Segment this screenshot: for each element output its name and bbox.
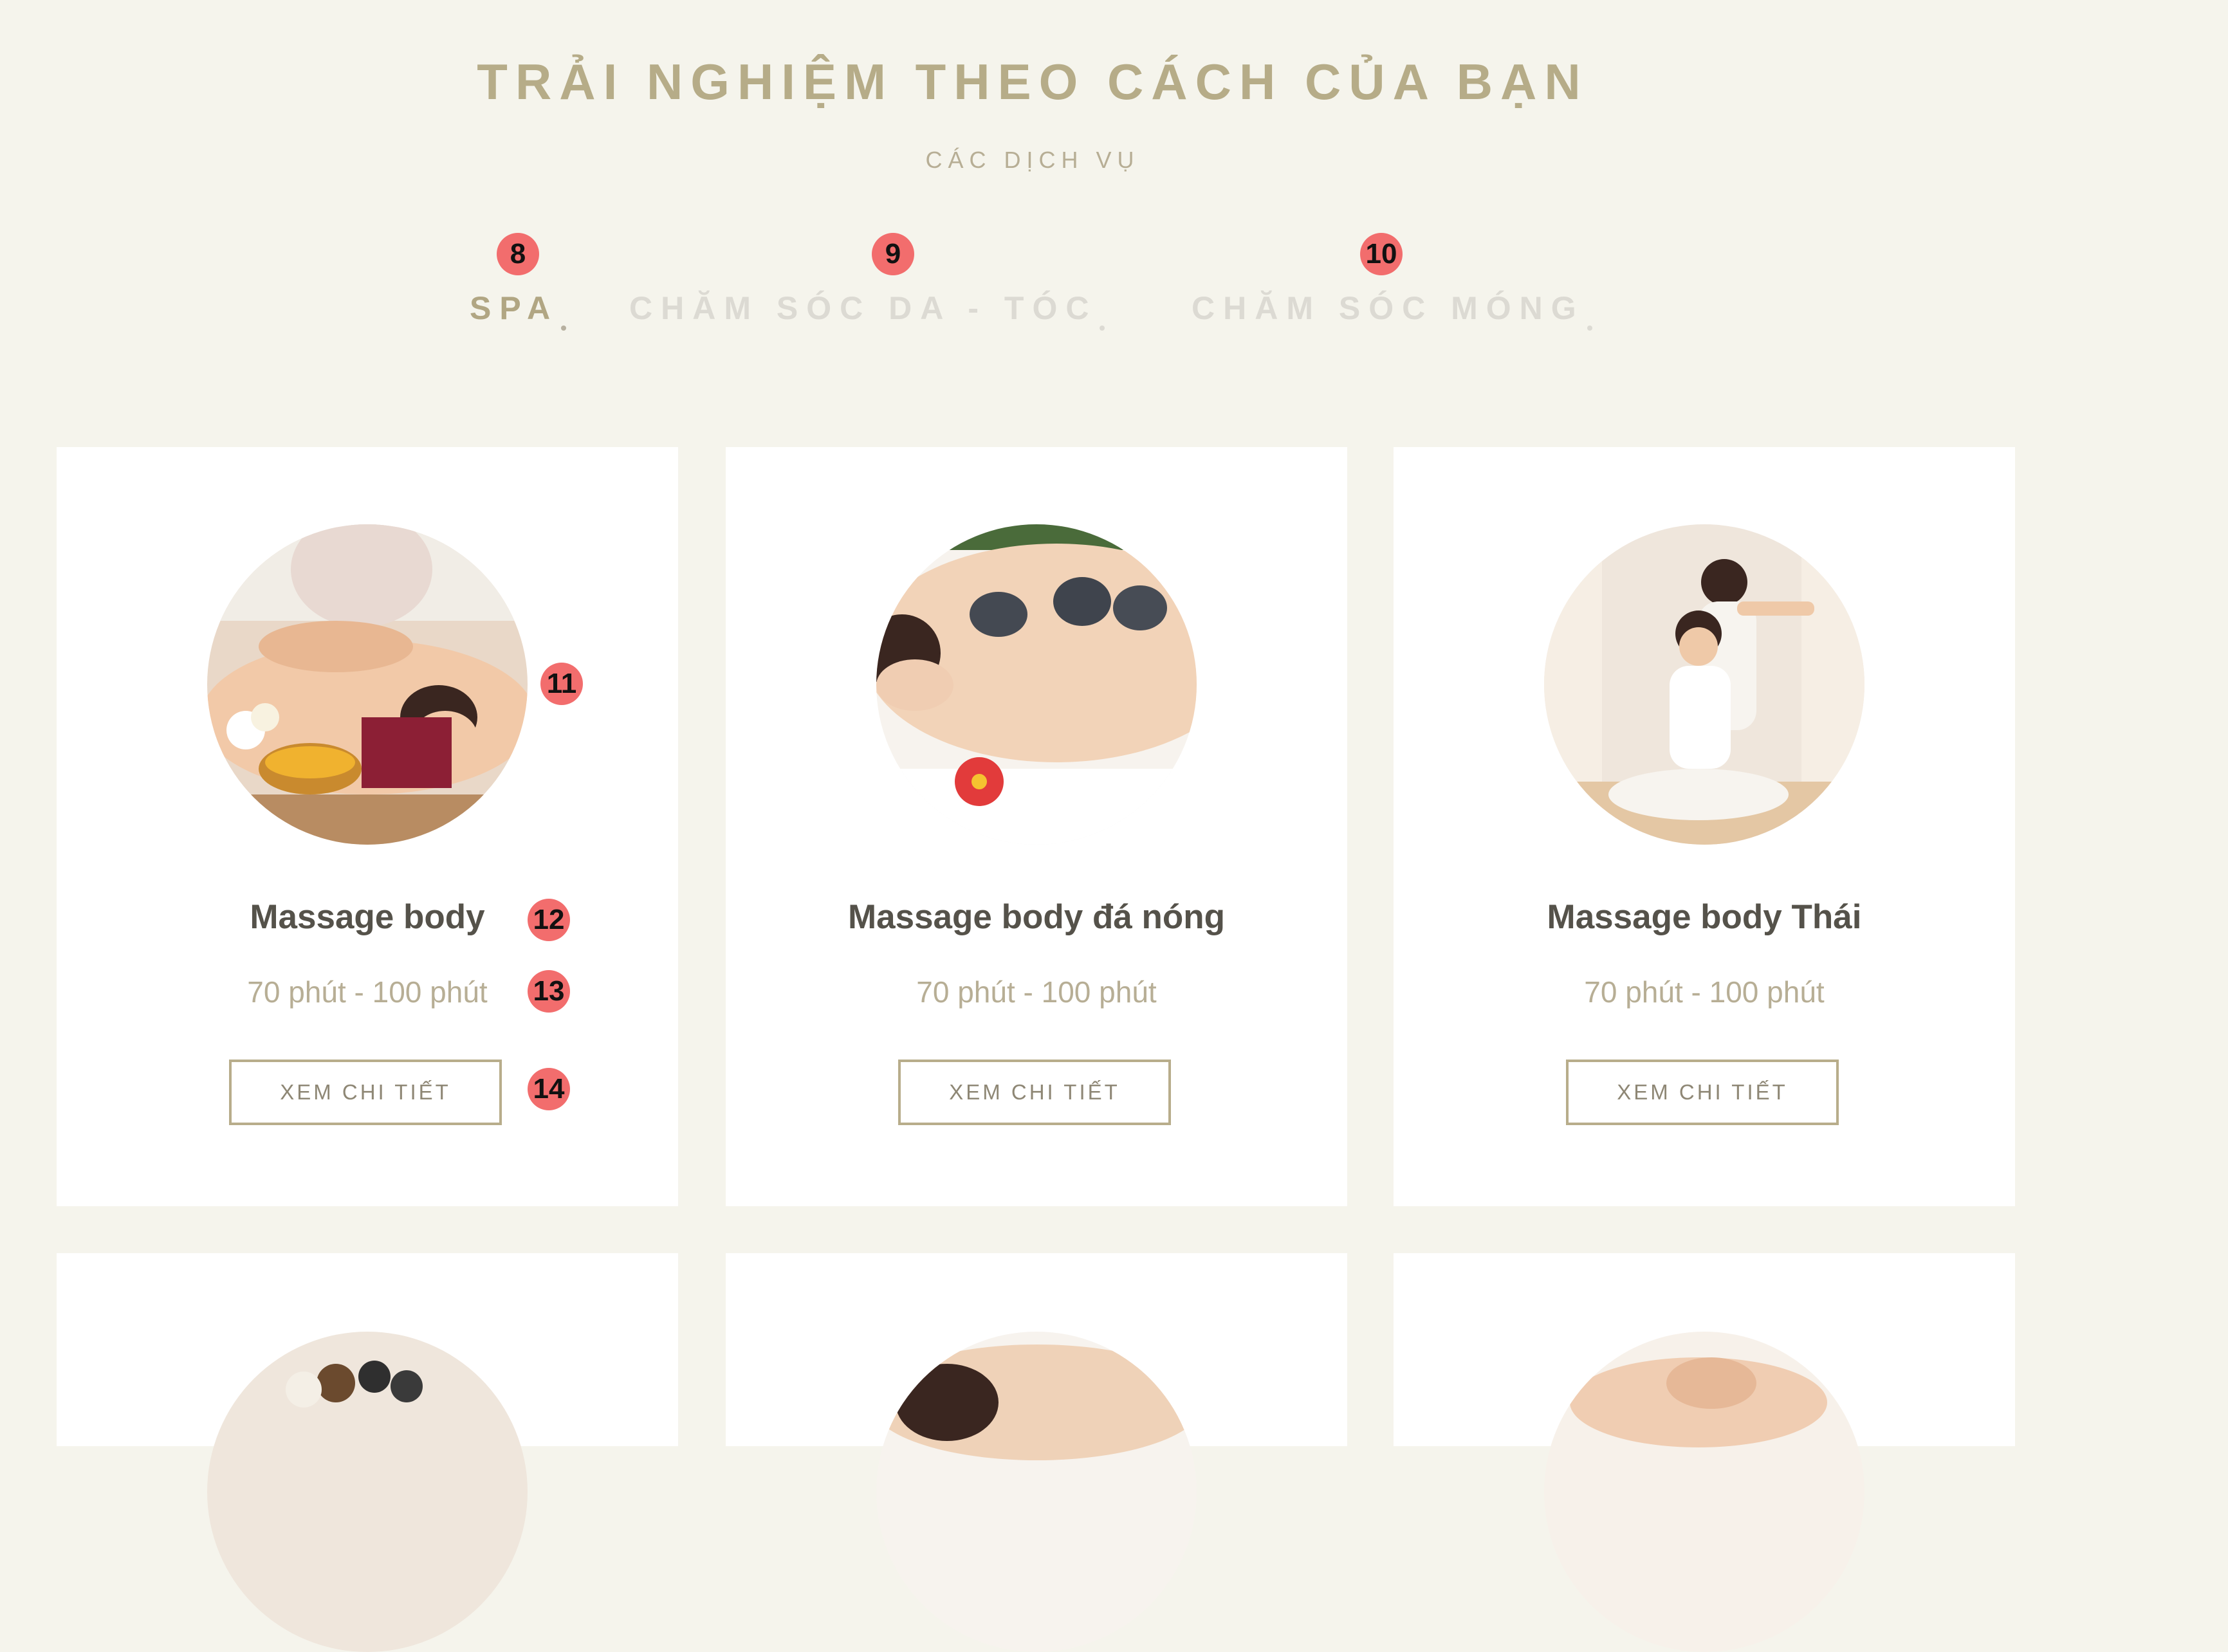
tab-spa[interactable]: SPA bbox=[470, 289, 567, 331]
service-card: Massage body Thái 70 phút - 100 phút XEM… bbox=[1394, 447, 2015, 1206]
hot-stone-photo-icon bbox=[876, 524, 1197, 845]
service-duration: 70 phút - 100 phút bbox=[1584, 975, 1825, 1009]
tab-dot bbox=[1587, 326, 1592, 331]
tab-dot bbox=[561, 326, 567, 331]
marker-badge: 11 bbox=[540, 663, 583, 705]
marker-badge: 8 bbox=[497, 233, 539, 275]
thai-massage-photo-icon bbox=[1544, 524, 1864, 845]
service-card bbox=[726, 1253, 1347, 1652]
view-details-button[interactable]: XEM CHI TIẾT bbox=[229, 1060, 502, 1125]
spa-photo-icon bbox=[876, 1332, 1197, 1652]
marker-badge: 14 bbox=[528, 1068, 570, 1110]
marker-badge: 13 bbox=[528, 970, 570, 1013]
tab-skin-hair-care[interactable]: CHĂM SÓC DA - TÓC bbox=[629, 289, 1105, 331]
tab-nail-care[interactable]: CHĂM SÓC MÓNG bbox=[1192, 289, 1592, 331]
marker-badge: 10 bbox=[1360, 233, 1403, 275]
page-title: TRẢI NGHIỆM THEO CÁCH CỦA BẠN bbox=[477, 53, 1588, 110]
tab-label: SPA bbox=[470, 290, 559, 326]
massage-photo-icon bbox=[207, 524, 528, 845]
service-card: Massage body đá nóng 70 phút - 100 phút … bbox=[726, 447, 1347, 1206]
service-title: Massage body bbox=[250, 898, 485, 936]
service-image[interactable] bbox=[876, 1332, 1197, 1652]
service-card bbox=[57, 1253, 678, 1652]
service-image-hot-stone-massage[interactable] bbox=[876, 524, 1197, 845]
marker-badge: 9 bbox=[872, 233, 914, 275]
service-duration: 70 phút - 100 phút bbox=[916, 975, 1157, 1009]
spa-photo-icon bbox=[207, 1332, 528, 1652]
service-title: Massage body Thái bbox=[1547, 898, 1862, 936]
service-title: Massage body đá nóng bbox=[847, 898, 1226, 936]
service-image-thai-massage[interactable] bbox=[1544, 524, 1864, 845]
view-details-button[interactable]: XEM CHI TIẾT bbox=[1566, 1060, 1839, 1125]
service-image[interactable] bbox=[207, 1332, 528, 1652]
service-image-massage-body[interactable] bbox=[207, 524, 528, 845]
marker-badge: 12 bbox=[528, 899, 570, 941]
page-subtitle: CÁC DỊCH VỤ bbox=[925, 147, 1140, 173]
view-details-button[interactable]: XEM CHI TIẾT bbox=[898, 1060, 1171, 1125]
tab-dot bbox=[1100, 326, 1105, 331]
service-duration: 70 phút - 100 phút bbox=[247, 975, 488, 1009]
tab-label: CHĂM SÓC MÓNG bbox=[1192, 290, 1585, 326]
tab-label: CHĂM SÓC DA - TÓC bbox=[629, 290, 1098, 326]
service-card bbox=[1394, 1253, 2015, 1652]
spa-photo-icon bbox=[1544, 1332, 1864, 1652]
service-image[interactable] bbox=[1544, 1332, 1864, 1652]
service-card: Massage body 70 phút - 100 phút XEM CHI … bbox=[57, 447, 678, 1206]
